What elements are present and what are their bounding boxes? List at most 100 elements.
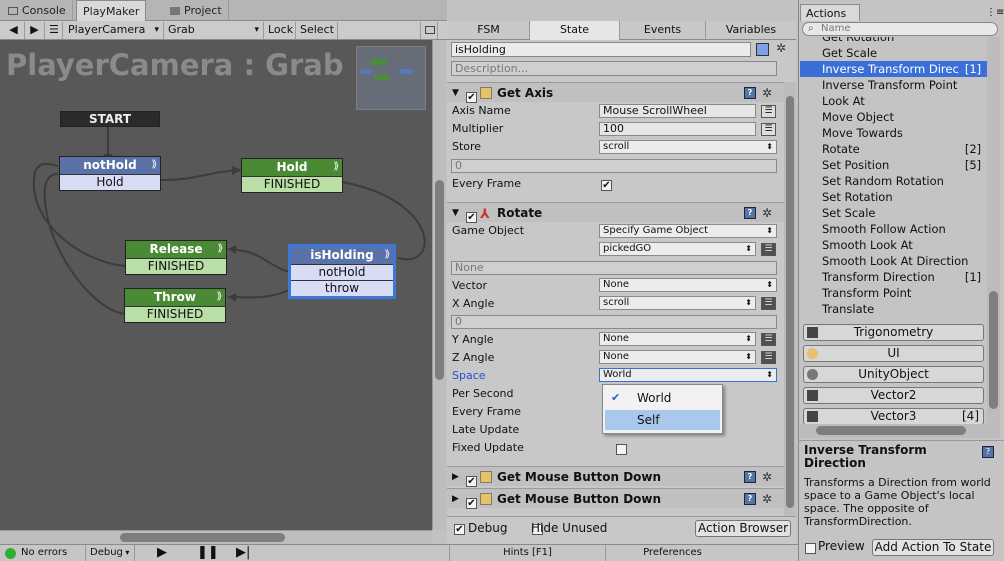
action-list-item[interactable]: Set Random Rotation bbox=[800, 173, 987, 189]
tab-fsm[interactable]: FSM bbox=[448, 21, 530, 39]
space-select[interactable]: World bbox=[599, 368, 777, 382]
scrollbar-thumb[interactable] bbox=[816, 426, 966, 435]
gear-icon[interactable]: ✲ bbox=[762, 83, 772, 103]
back-button[interactable]: ◀ bbox=[3, 22, 25, 39]
help-icon[interactable]: ? bbox=[744, 471, 756, 483]
variable-toggle-button[interactable]: ☰ bbox=[761, 351, 776, 364]
gear-icon[interactable]: ✲ bbox=[762, 467, 772, 487]
action-header-get-mouse-button-down[interactable]: ▶ ✔ Get Mouse Button Down ? ✲ bbox=[447, 466, 785, 487]
graph-horizontal-scrollbar[interactable] bbox=[0, 530, 432, 544]
node-header[interactable]: Throw ⟫ bbox=[125, 289, 225, 306]
action-browser-button[interactable]: Action Browser bbox=[695, 520, 791, 537]
action-list-item[interactable]: Set Scale bbox=[800, 205, 987, 221]
node-header[interactable]: Hold ⟫ bbox=[242, 159, 342, 176]
y-angle-select[interactable]: None bbox=[599, 332, 756, 346]
state-node-nothold[interactable]: notHold ⟫ Hold bbox=[59, 156, 161, 191]
store-select[interactable]: scroll bbox=[599, 140, 777, 154]
action-enabled-checkbox[interactable]: ✔ bbox=[466, 476, 477, 487]
node-transition[interactable]: throw bbox=[291, 280, 393, 296]
scrollbar-thumb[interactable] bbox=[786, 96, 794, 508]
action-list-item[interactable]: Smooth Look At bbox=[800, 237, 987, 253]
action-list-item[interactable]: Look At bbox=[800, 93, 987, 109]
minimap-toggle-button[interactable] bbox=[420, 22, 438, 39]
scrollbar-thumb[interactable] bbox=[120, 533, 285, 542]
state-description-field[interactable]: Description... bbox=[451, 61, 777, 76]
action-list-item[interactable]: Rotate [2] bbox=[800, 141, 987, 157]
debug-checkbox[interactable]: ✔ bbox=[454, 523, 465, 535]
node-transition[interactable]: notHold bbox=[291, 264, 393, 280]
preview-checkbox[interactable] bbox=[805, 542, 816, 554]
action-list-item[interactable]: Translate bbox=[800, 301, 987, 317]
action-list-item[interactable]: Smooth Follow Action bbox=[800, 221, 987, 237]
action-header-get-axis[interactable]: ▼ ✔ Get Axis ? ✲ bbox=[447, 82, 785, 103]
start-node[interactable]: START bbox=[60, 111, 160, 127]
tab-console[interactable]: Console bbox=[2, 0, 73, 21]
action-list-item[interactable]: Move Towards bbox=[800, 125, 987, 141]
panel-menu-icon[interactable]: ⋮≡ bbox=[986, 7, 1004, 18]
game-object-variable-select[interactable]: pickedGO bbox=[599, 242, 756, 256]
variable-toggle-button[interactable]: ☰ bbox=[761, 243, 776, 256]
debug-dropdown[interactable]: Debug ▾ bbox=[85, 545, 135, 561]
action-category-button[interactable]: Trigonometry bbox=[803, 324, 984, 341]
variable-toggle-button[interactable]: ☰ bbox=[761, 333, 776, 346]
multiplier-field[interactable]: 100 bbox=[599, 122, 756, 136]
action-category-button[interactable]: Vector2 bbox=[803, 387, 984, 404]
graph-vertical-scrollbar[interactable] bbox=[432, 40, 446, 530]
space-option-world[interactable]: ✔ World bbox=[605, 388, 720, 408]
node-transition[interactable]: FINISHED bbox=[242, 176, 342, 192]
action-list-item[interactable]: Set Position [5] bbox=[800, 157, 987, 173]
menu-button[interactable]: ☰ bbox=[45, 22, 63, 39]
help-icon[interactable]: ? bbox=[982, 446, 994, 458]
state-node-release[interactable]: Release ⟫ FINISHED bbox=[125, 240, 227, 275]
select-button[interactable]: Select bbox=[296, 22, 338, 39]
add-action-to-state-button[interactable]: Add Action To State bbox=[872, 539, 994, 556]
node-header[interactable]: Release ⟫ bbox=[126, 241, 226, 258]
state-color-swatch[interactable] bbox=[756, 43, 769, 56]
gear-icon[interactable]: ✲ bbox=[762, 203, 772, 223]
state-node-isholding[interactable]: isHolding ⟫ notHold throw bbox=[288, 244, 396, 299]
action-category-button[interactable]: UnityObject bbox=[803, 366, 984, 383]
state-node-hold[interactable]: Hold ⟫ FINISHED bbox=[241, 158, 343, 193]
preferences-button[interactable]: Preferences bbox=[605, 545, 739, 561]
action-list-item[interactable]: Inverse Transform Point bbox=[800, 77, 987, 93]
step-icon[interactable]: ▶| bbox=[236, 545, 250, 560]
space-option-self[interactable]: Self bbox=[605, 410, 720, 430]
action-list-hscrollbar[interactable] bbox=[800, 424, 1000, 438]
tab-events[interactable]: Events bbox=[620, 21, 706, 39]
action-category-button[interactable]: UI bbox=[803, 345, 984, 362]
action-search-input[interactable]: ⌕ Name bbox=[802, 22, 998, 36]
fsm-graph-canvas[interactable]: PlayerCamera : Grab START notHold ⟫ Hold … bbox=[0, 40, 432, 530]
action-list-scrollbar[interactable] bbox=[987, 37, 1000, 424]
scrollbar-thumb[interactable] bbox=[435, 180, 444, 380]
game-object-select[interactable]: Specify Game Object bbox=[599, 224, 777, 238]
z-angle-select[interactable]: None bbox=[599, 350, 756, 364]
expand-triangle-icon[interactable]: ▼ bbox=[452, 203, 459, 223]
node-header[interactable]: notHold ⟫ bbox=[60, 157, 160, 174]
node-header[interactable]: isHolding ⟫ bbox=[291, 247, 393, 264]
action-header-get-mouse-button-down[interactable]: ▶ ✔ Get Mouse Button Down ? ✲ bbox=[447, 488, 785, 509]
action-list-item[interactable]: Transform Direction [1] bbox=[800, 269, 987, 285]
x-angle-select[interactable]: scroll bbox=[599, 296, 756, 310]
expand-triangle-icon[interactable]: ▼ bbox=[452, 83, 459, 103]
tab-variables[interactable]: Variables bbox=[706, 21, 796, 39]
action-list-item[interactable]: Get Scale bbox=[800, 45, 987, 61]
tab-state[interactable]: State bbox=[530, 21, 620, 40]
pause-icon[interactable]: ❚❚ bbox=[197, 545, 219, 560]
vector-select[interactable]: None bbox=[599, 278, 777, 292]
tab-playmaker[interactable]: PlayMaker bbox=[76, 0, 147, 21]
node-transition[interactable]: FINISHED bbox=[126, 258, 226, 274]
action-enabled-checkbox[interactable]: ✔ bbox=[466, 498, 477, 509]
state-node-throw[interactable]: Throw ⟫ FINISHED bbox=[124, 288, 226, 323]
gear-icon[interactable]: ✲ bbox=[776, 41, 786, 55]
hints-button[interactable]: Hints [F1] bbox=[449, 545, 605, 561]
action-list-item[interactable]: Smooth Look At Direction bbox=[800, 253, 987, 269]
node-transition[interactable]: Hold bbox=[60, 174, 160, 190]
fsm-select[interactable]: Grab bbox=[164, 22, 264, 39]
action-category-button[interactable]: Vector3 [4] bbox=[803, 408, 984, 425]
scrollbar-thumb[interactable] bbox=[989, 291, 998, 409]
action-list-item[interactable]: Transform Point bbox=[800, 285, 987, 301]
action-list-item[interactable]: Set Rotation bbox=[800, 189, 987, 205]
every-frame-checkbox[interactable]: ✔ bbox=[601, 179, 612, 191]
variable-toggle-button[interactable]: ☰ bbox=[761, 123, 776, 136]
forward-button[interactable]: ▶ bbox=[25, 22, 45, 39]
